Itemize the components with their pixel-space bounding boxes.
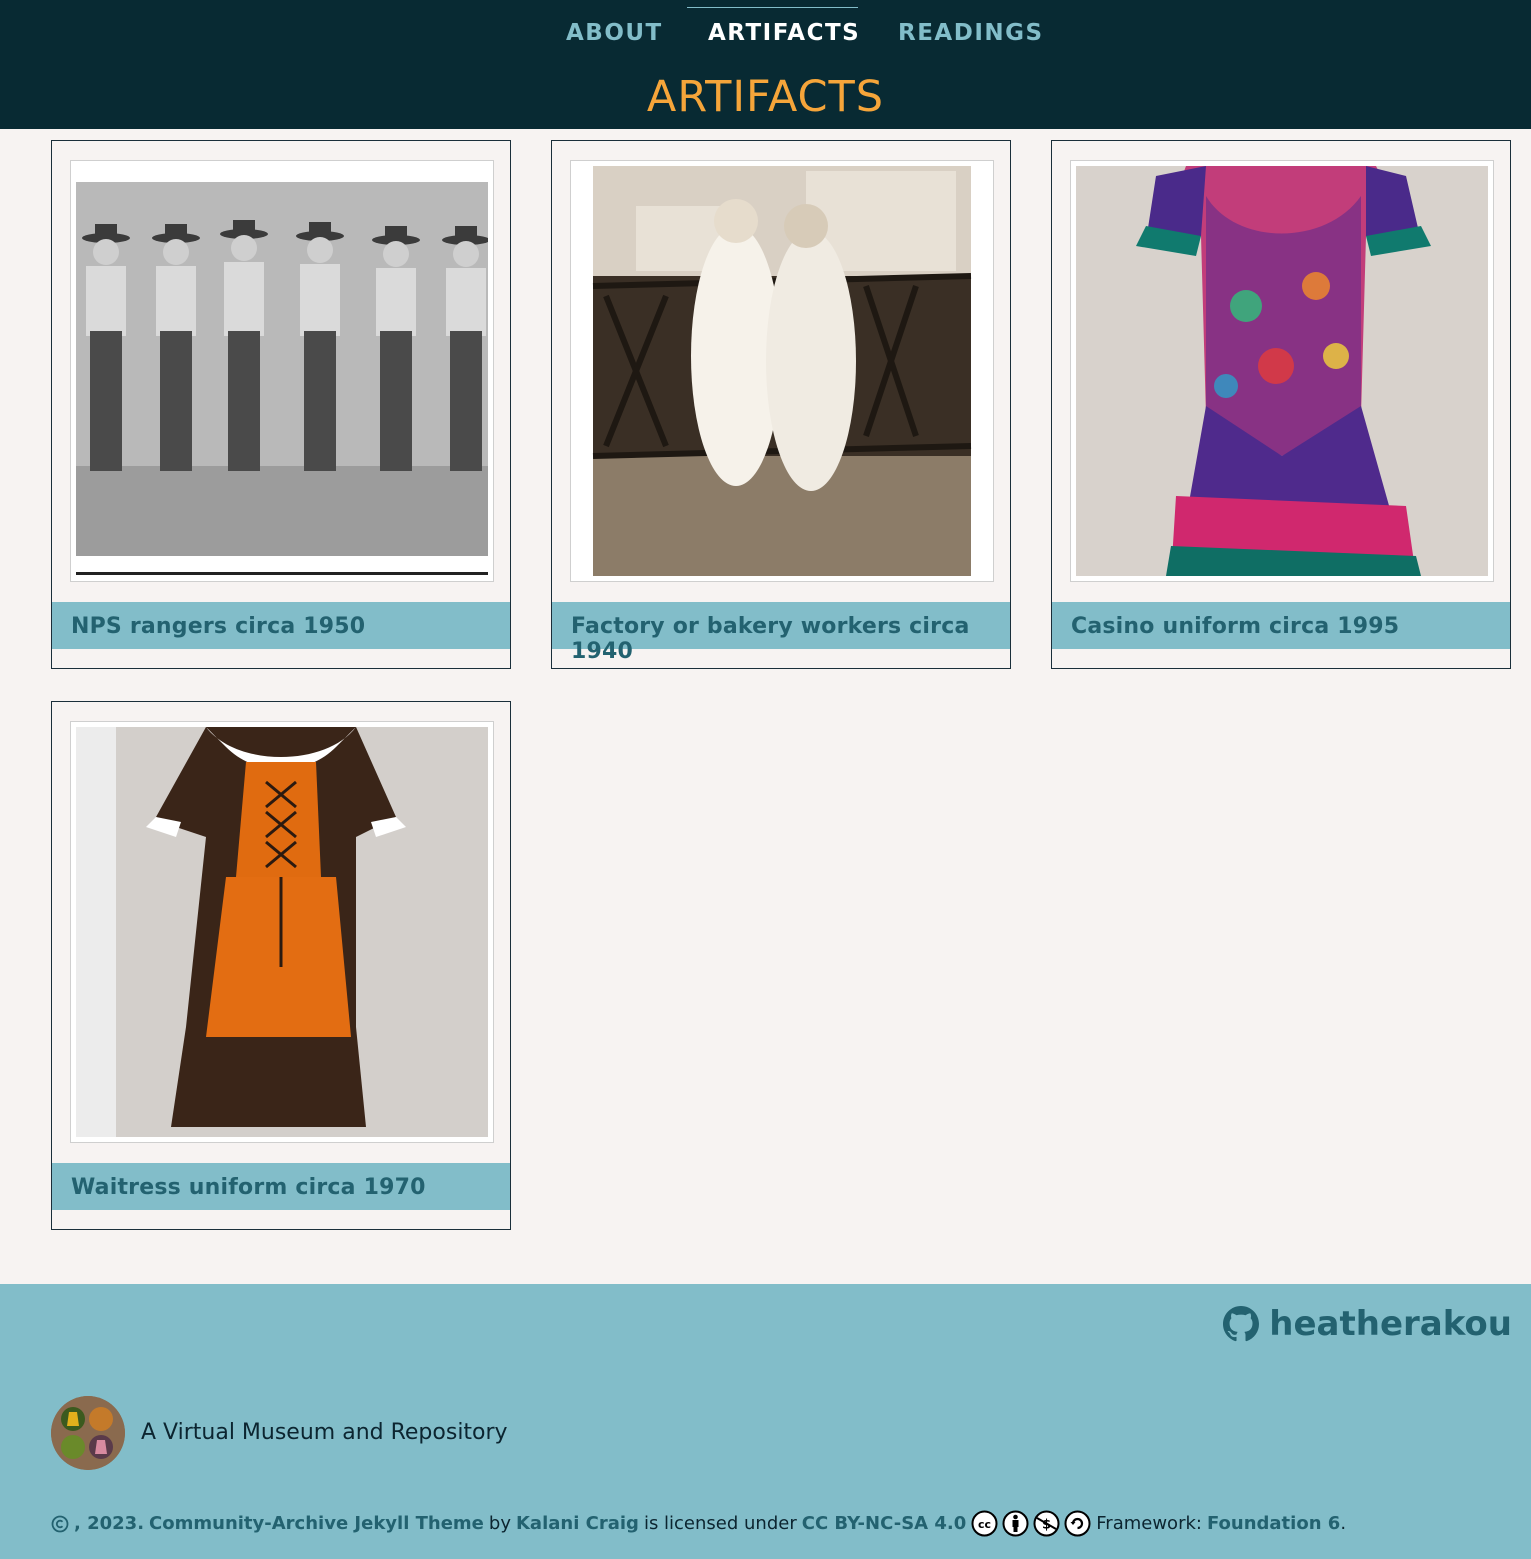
- artifact-caption[interactable]: Casino uniform circa 1995: [1071, 614, 1399, 639]
- theme-link[interactable]: Community-Archive Jekyll Theme: [149, 1513, 484, 1534]
- by-text: by: [488, 1513, 511, 1534]
- license-link[interactable]: CC BY-NC-SA 4.0: [802, 1513, 967, 1534]
- nav-readings[interactable]: READINGS: [898, 20, 1044, 46]
- github-icon: [1223, 1306, 1260, 1342]
- copyright-icon: [51, 1515, 69, 1532]
- sharealike-icon: [1064, 1510, 1091, 1537]
- artifact-caption-bar[interactable]: Casino uniform circa 1995: [1052, 602, 1510, 649]
- artifact-card[interactable]: Casino uniform circa 1995: [1051, 140, 1511, 669]
- site-tagline: A Virtual Museum and Repository: [141, 1420, 508, 1445]
- artifact-caption[interactable]: NPS rangers circa 1950: [71, 614, 365, 639]
- artifact-photo-casino-uniform[interactable]: [1076, 166, 1488, 576]
- artifact-photo-waitress-uniform[interactable]: [76, 727, 488, 1137]
- nav-about[interactable]: ABOUT: [566, 20, 663, 46]
- artifact-image-frame: [70, 160, 494, 582]
- artifact-card[interactable]: Waitress uniform circa 1970: [51, 701, 511, 1230]
- artifact-card[interactable]: NPS rangers circa 1950: [51, 140, 511, 669]
- artifact-card[interactable]: Factory or bakery workers circa 1940: [551, 140, 1011, 669]
- active-tab-indicator: [687, 7, 858, 8]
- github-username[interactable]: heatherakou: [1269, 1304, 1512, 1344]
- cc-icon: cc: [971, 1510, 998, 1537]
- artifact-image-frame: [1070, 160, 1494, 582]
- cc-license-icons: cc $: [971, 1510, 1091, 1537]
- noncommercial-icon: $: [1033, 1510, 1060, 1537]
- copyright-year: , 2023.: [74, 1513, 145, 1534]
- site-header: ABOUT ARTIFACTS READINGS ARTIFACTS: [0, 0, 1531, 129]
- author-link[interactable]: Kalani Craig: [516, 1513, 639, 1534]
- nav-artifacts[interactable]: ARTIFACTS: [708, 20, 860, 46]
- site-footer: heatherakou A Virtual Museum and Reposit…: [0, 1284, 1531, 1559]
- artifact-caption[interactable]: Waitress uniform circa 1970: [71, 1175, 426, 1200]
- artifact-photo-factory-workers[interactable]: [576, 166, 988, 576]
- site-logo[interactable]: [51, 1396, 125, 1470]
- framework-link[interactable]: Foundation 6: [1207, 1513, 1340, 1534]
- artifact-caption-bar[interactable]: NPS rangers circa 1950: [52, 602, 510, 649]
- framework-label: Framework:: [1096, 1513, 1202, 1534]
- page-title: ARTIFACTS: [646, 72, 885, 122]
- licensed-under-text: is licensed under: [643, 1513, 797, 1534]
- artifact-image-frame: [570, 160, 994, 582]
- github-profile-link[interactable]: heatherakou: [1223, 1304, 1512, 1344]
- license-line: , 2023. Community-Archive Jekyll Theme b…: [51, 1510, 1346, 1537]
- by-attribution-icon: [1002, 1510, 1029, 1537]
- artifact-image-frame: [70, 721, 494, 1143]
- svg-text:cc: cc: [978, 1518, 991, 1531]
- artifact-caption[interactable]: Factory or bakery workers circa 1940: [571, 614, 1010, 664]
- artifact-caption-bar[interactable]: Waitress uniform circa 1970: [52, 1163, 510, 1210]
- period-text: .: [1340, 1513, 1347, 1534]
- artifact-caption-bar[interactable]: Factory or bakery workers circa 1940: [552, 602, 1010, 664]
- main-nav: ABOUT ARTIFACTS READINGS: [0, 0, 1531, 64]
- artifact-photo-rangers[interactable]: [76, 166, 488, 576]
